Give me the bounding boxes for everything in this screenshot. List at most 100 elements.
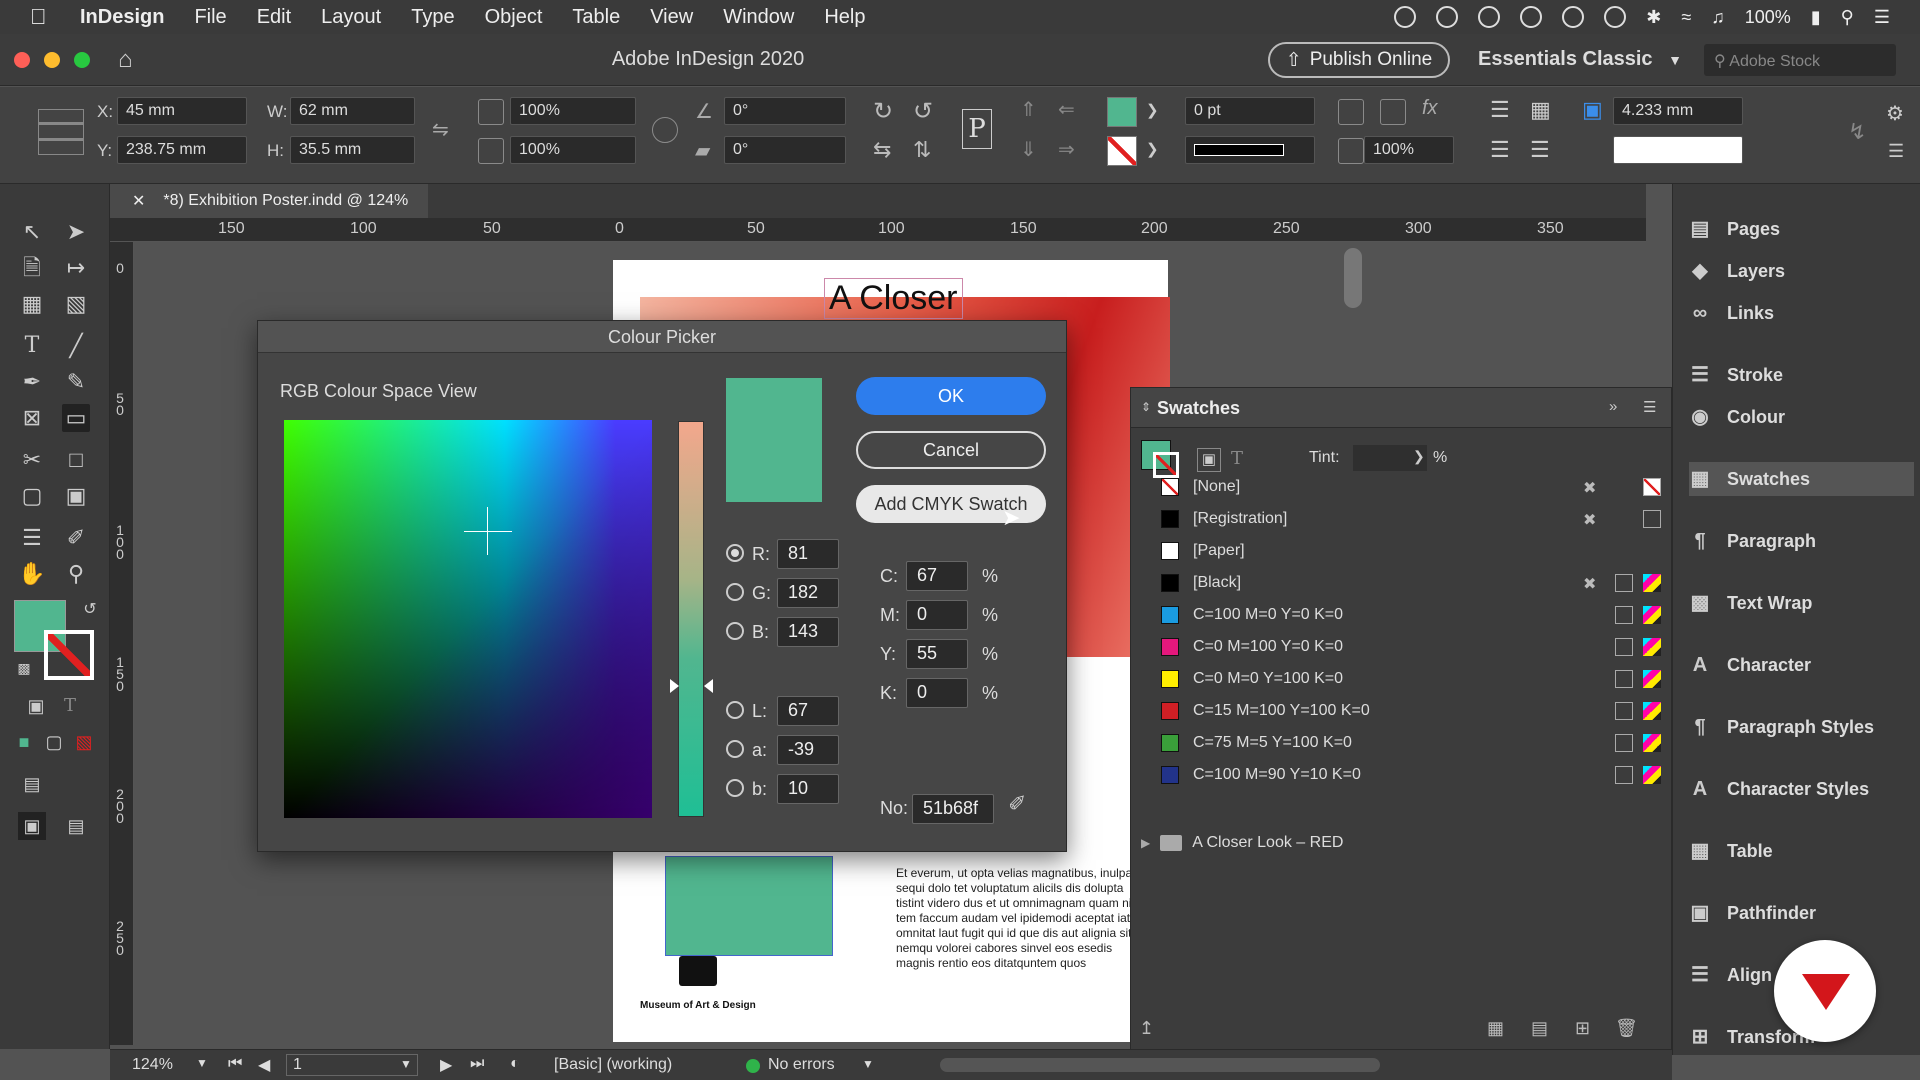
shear-field[interactable]: 0° — [724, 136, 846, 164]
menu-app-name[interactable]: InDesign — [80, 6, 164, 29]
link-scale-icon[interactable] — [652, 117, 678, 143]
expand-panel-icon[interactable]: » — [1609, 398, 1617, 415]
apple-icon[interactable]:  — [30, 4, 58, 30]
drop-shadow-icon[interactable] — [1338, 99, 1364, 125]
disclosure-triangle-icon[interactable]: ▶ — [1141, 836, 1150, 850]
horizontal-ruler[interactable]: 150 100 50 0 50 100 150 200 250 300 350 — [110, 218, 1646, 242]
effects-fx-icon[interactable]: fx — [1422, 97, 1438, 120]
scale-y-field[interactable]: 100% — [510, 136, 636, 164]
stroke-weight-field[interactable]: 0 pt — [1185, 97, 1315, 125]
menu-layout[interactable]: Layout — [321, 6, 381, 29]
dock-swatches[interactable]: ▦ Swatches — [1689, 462, 1914, 496]
swatch-row[interactable]: C=15 M=100 Y=100 K=0 — [1131, 694, 1671, 727]
g-radio[interactable] — [726, 583, 744, 601]
poster-title-frame[interactable]: A Closer — [824, 278, 963, 319]
import-swatches-icon[interactable]: ↥ — [1139, 1018, 1154, 1039]
previous-page-icon[interactable]: ◀ — [258, 1055, 270, 1075]
dock-stroke[interactable]: ☰ Stroke — [1689, 358, 1914, 392]
y-position-field[interactable]: 238.75 mm — [117, 136, 247, 164]
line-tool-icon[interactable]: ╱ — [62, 332, 90, 360]
record-icon[interactable] — [1394, 6, 1417, 28]
apply-none-icon[interactable]: ▧ — [70, 728, 98, 756]
apply-gradient-icon[interactable]: ▢ — [40, 728, 68, 756]
menu-file[interactable]: File — [194, 6, 226, 29]
dock-table[interactable]: ▦ Table — [1689, 834, 1914, 868]
reference-point-icon[interactable] — [38, 109, 84, 155]
opacity-field[interactable]: 100% — [1364, 136, 1454, 164]
g-field[interactable]: 182 — [777, 578, 839, 608]
page-chevron-down-icon[interactable]: ▼ — [400, 1057, 412, 1071]
align-right-icon[interactable]: ☰ — [1530, 137, 1550, 163]
show-swatch-kinds-icon[interactable]: ▦ — [1487, 1018, 1504, 1039]
adobe-stock-search[interactable]: ⚲ Adobe Stock — [1704, 44, 1896, 76]
spotlight-icon[interactable]: ⚲ — [1841, 7, 1854, 28]
stroke-color-box[interactable] — [44, 630, 94, 680]
dock-paragraph-styles[interactable]: ¶ Paragraph Styles — [1689, 710, 1914, 744]
swap-fill-stroke-icon[interactable]: ↺ — [76, 596, 104, 624]
rotation-field[interactable]: 0° — [724, 97, 846, 125]
hex-field[interactable]: 51b68f — [912, 794, 994, 824]
zoom-level[interactable]: 124% — [132, 1056, 173, 1074]
close-tab-icon[interactable]: ✕ — [132, 191, 145, 211]
dock-links[interactable]: ∞ Links — [1689, 296, 1914, 330]
formatting-container-toggle[interactable]: ▣ — [1197, 448, 1221, 472]
text-frame-options-icon[interactable]: ▦ — [1530, 97, 1551, 123]
stroke-type-select[interactable] — [1185, 136, 1315, 164]
default-fill-stroke-icon[interactable]: ▩ — [10, 654, 38, 682]
menu-help[interactable]: Help — [824, 6, 865, 29]
dock-character[interactable]: A Character — [1689, 648, 1914, 682]
control-center-icon[interactable]: ☰ — [1874, 7, 1890, 28]
eyedropper-tool-icon[interactable]: ✐ — [62, 524, 90, 552]
page-tool-icon[interactable]: 🗎 — [18, 254, 46, 282]
ok-button[interactable]: OK — [856, 377, 1046, 415]
battery-icon[interactable]: ▮ — [1811, 7, 1821, 28]
tint-chevron-icon[interactable]: ❯ — [1413, 448, 1425, 465]
rectangle-frame-tool-icon[interactable]: ⊠ — [18, 404, 46, 432]
pen-tool-icon[interactable]: ✒ — [18, 368, 46, 396]
align-left-icon[interactable]: ☰ — [1490, 97, 1510, 123]
preflight-status[interactable]: No errors — [768, 1056, 835, 1074]
dock-colour[interactable]: ◉ Colour — [1689, 400, 1914, 434]
dock-character-styles[interactable]: A Character Styles — [1689, 772, 1914, 806]
menu-object[interactable]: Object — [485, 6, 543, 29]
menu-type[interactable]: Type — [411, 6, 454, 29]
select-previous-icon[interactable]: ⇐ — [1058, 97, 1075, 122]
dock-pages[interactable]: ▤ Pages — [1689, 212, 1914, 246]
settings-gear-icon[interactable]: ⚙ — [1886, 101, 1904, 126]
auto-fit-icon[interactable]: ▣ — [1582, 97, 1603, 123]
dock-text-wrap[interactable]: ▩ Text Wrap — [1689, 586, 1914, 620]
swatch-row[interactable]: C=75 M=5 Y=100 K=0 — [1131, 726, 1671, 759]
type-tool-icon[interactable]: T — [18, 332, 46, 360]
gradient-swatch-tool-icon[interactable]: ▢ — [18, 482, 46, 510]
rotate-cw-icon[interactable]: ↻ — [873, 97, 893, 126]
formatting-text-toggle[interactable]: T — [1231, 448, 1243, 469]
selection-tool-icon[interactable]: ↖ — [18, 218, 46, 246]
a-radio[interactable] — [726, 740, 744, 758]
select-next-icon[interactable]: ⇒ — [1058, 137, 1075, 162]
selected-green-rectangle[interactable] — [665, 856, 833, 956]
new-swatch-icon[interactable]: ⊞ — [1575, 1018, 1590, 1039]
preflight-profile[interactable]: [Basic] (working) — [554, 1056, 672, 1074]
r-field[interactable]: 81 — [777, 539, 839, 569]
select-content-icon[interactable]: ⇓ — [1020, 137, 1037, 162]
publish-online-button[interactable]: ⇧ Publish Online — [1268, 42, 1450, 78]
swatch-row[interactable]: C=0 M=100 Y=0 K=0 — [1131, 630, 1671, 663]
r-radio[interactable] — [726, 544, 744, 562]
content-placer-icon[interactable]: ▧ — [62, 290, 90, 318]
first-page-icon[interactable]: ⏮ — [228, 1055, 242, 1073]
dock-layers[interactable]: ◆ Layers — [1689, 254, 1914, 288]
wifi-icon[interactable]: ≈ — [1681, 7, 1691, 28]
height-field[interactable]: 35.5 mm — [290, 136, 415, 164]
b-field[interactable]: 143 — [777, 617, 839, 647]
scale-x-field[interactable]: 100% — [510, 97, 636, 125]
cancel-button[interactable]: Cancel — [856, 431, 1046, 469]
swatch-row[interactable]: [Black] ✖ — [1131, 566, 1671, 599]
content-collector-icon[interactable]: ▦ — [18, 290, 46, 318]
page-number-field[interactable]: 1 — [286, 1054, 418, 1076]
frame-style-select[interactable] — [1613, 136, 1743, 164]
next-page-icon[interactable]: ▶ — [440, 1055, 452, 1075]
zoom-chevron-down-icon[interactable]: ▼ — [196, 1056, 208, 1070]
b-radio[interactable] — [726, 622, 744, 640]
brand-logo-button[interactable] — [1774, 940, 1876, 1042]
swatch-row[interactable]: C=100 M=90 Y=10 K=0 — [1131, 758, 1671, 791]
